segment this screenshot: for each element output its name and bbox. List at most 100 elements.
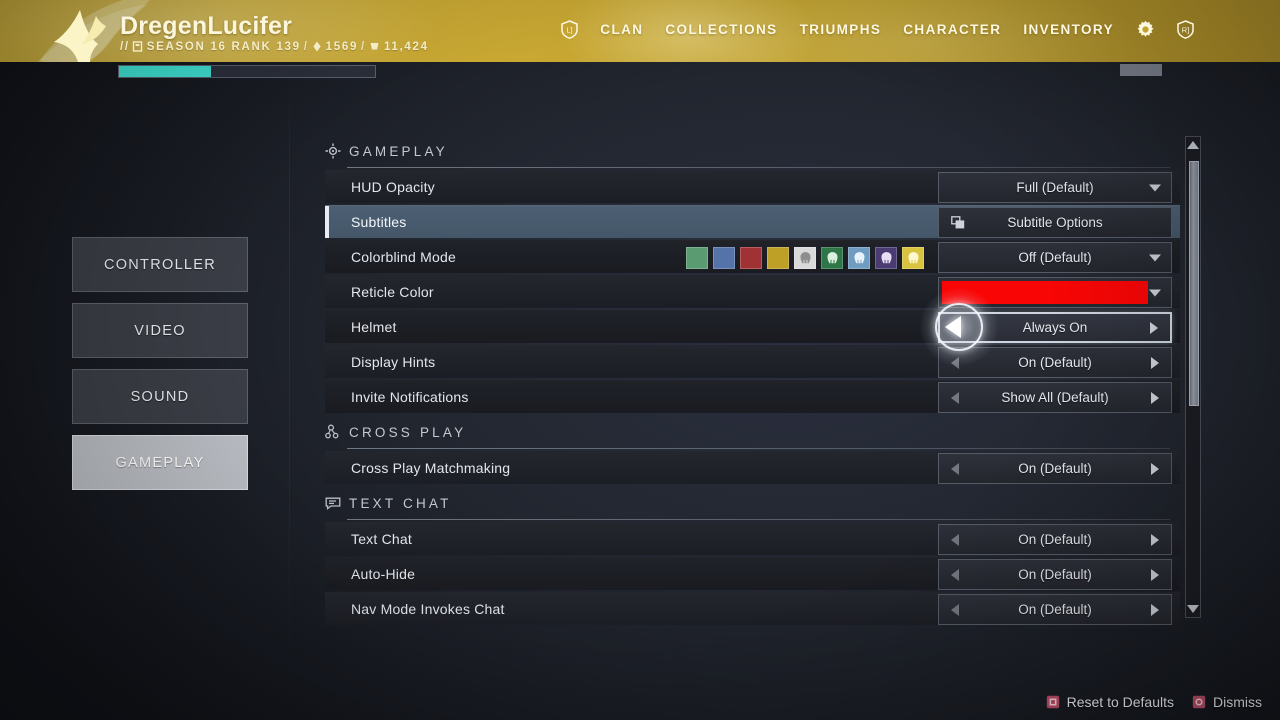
setting-row-colorblind-mode[interactable]: Colorblind Mode Off (Default) — [325, 240, 1180, 273]
stepper-right-arrow-icon[interactable] — [1151, 462, 1159, 475]
section-title-gameplay: GAMEPLAY — [349, 143, 448, 159]
setting-row-invite-notifications[interactable]: Invite Notifications Show All (Default) — [325, 380, 1180, 413]
guardian-helmet-icon — [907, 252, 919, 264]
dismiss-button[interactable]: Dismiss — [1192, 694, 1262, 710]
swatch-gold — [767, 246, 789, 269]
reset-to-defaults-button[interactable]: Reset to Defaults — [1046, 694, 1174, 710]
nav-clan[interactable]: CLAN — [600, 22, 643, 37]
player-name: DregenLucifer — [120, 12, 293, 40]
nav-mode-invokes-chat-stepper[interactable]: On (Default) — [938, 594, 1172, 625]
stepper-right-arrow-icon[interactable] — [1151, 533, 1159, 546]
hud-opacity-value: Full (Default) — [1016, 180, 1094, 195]
setting-row-display-hints[interactable]: Display Hints On (Default) — [325, 345, 1180, 378]
chevron-down-icon — [1149, 254, 1161, 261]
nav-triumphs[interactable]: TRIUMPHS — [800, 22, 882, 37]
setting-control-area: Show All (Default) — [938, 382, 1172, 413]
setting-row-auto-hide[interactable]: Auto-Hide On (Default) — [325, 557, 1180, 590]
roster-badge-icon[interactable]: R] — [1177, 20, 1194, 39]
invite-notifications-stepper[interactable]: Show All (Default) — [938, 382, 1172, 413]
swatch-helmet-blue — [848, 246, 870, 269]
sep-1: / — [303, 41, 309, 53]
swatch-blue — [713, 246, 735, 269]
setting-row-cross-play-matchmaking[interactable]: Cross Play Matchmaking On (Default) — [325, 451, 1180, 484]
nav-character[interactable]: CHARACTER — [903, 22, 1001, 37]
setting-control-area: Subtitle Options — [938, 207, 1172, 238]
stepper-left-arrow-icon[interactable] — [951, 391, 959, 404]
stepper-left-arrow-icon[interactable] — [951, 356, 959, 369]
setting-row-hud-opacity[interactable]: HUD Opacity Full (Default) — [325, 170, 1180, 203]
setting-label-cross-play-matchmaking: Cross Play Matchmaking — [351, 460, 511, 476]
clan-badge-icon[interactable]: L] — [561, 20, 579, 39]
stepper-right-arrow-icon[interactable] — [1150, 321, 1158, 334]
helmet-stepper[interactable]: Always On — [938, 312, 1172, 343]
nav-inventory[interactable]: INVENTORY — [1023, 22, 1114, 37]
settings-panel: GAMEPLAY HUD Opacity Full (Default) Subt… — [325, 132, 1180, 625]
setting-row-subtitles[interactable]: Subtitles Subtitle Options — [325, 205, 1180, 238]
text-chat-stepper[interactable]: On (Default) — [938, 524, 1172, 555]
chevron-down-icon — [1149, 289, 1161, 296]
auto-hide-stepper[interactable]: On (Default) — [938, 559, 1172, 590]
settings-category-tabs: CONTROLLER VIDEO SOUND GAMEPLAY — [72, 237, 248, 501]
progress-side-block — [1120, 64, 1162, 76]
glimmer-icon — [313, 41, 321, 52]
stepper-left-arrow-icon[interactable] — [951, 462, 959, 475]
scroll-down-arrow-icon[interactable] — [1186, 601, 1200, 617]
cross-play-matchmaking-stepper[interactable]: On (Default) — [938, 453, 1172, 484]
nav-mode-invokes-chat-value: On (Default) — [1018, 602, 1092, 617]
setting-row-nav-mode-invokes-chat[interactable]: Nav Mode Invokes Chat On (Default) — [325, 592, 1180, 625]
section-header-crossplay: CROSS PLAY — [325, 419, 1180, 445]
svg-text:L]: L] — [567, 26, 573, 35]
setting-label-auto-hide: Auto-Hide — [351, 566, 416, 582]
subtitle-options-button[interactable]: Subtitle Options — [938, 207, 1172, 238]
section-header-gameplay: GAMEPLAY — [325, 138, 1180, 164]
display-hints-stepper[interactable]: On (Default) — [938, 347, 1172, 378]
text-chat-value: On (Default) — [1018, 532, 1092, 547]
reticle-color-swatch — [942, 281, 1148, 304]
setting-row-text-chat[interactable]: Text Chat On (Default) — [325, 522, 1180, 555]
player-subtitle: // SEASON 16 RANK 139 / 1569 / 11,424 — [120, 41, 429, 53]
circle-button-icon — [1192, 695, 1206, 709]
setting-row-helmet[interactable]: Helmet Always On — [325, 310, 1180, 343]
tab-controller[interactable]: CONTROLLER — [72, 237, 248, 292]
shard-count: 11,424 — [383, 41, 429, 53]
stepper-right-arrow-icon[interactable] — [1151, 603, 1159, 616]
setting-label-hud-opacity: HUD Opacity — [351, 179, 435, 195]
gear-icon[interactable] — [1136, 20, 1155, 39]
setting-row-reticle-color[interactable]: Reticle Color — [325, 275, 1180, 308]
colorblind-swatch-preview — [686, 246, 924, 269]
auto-hide-value: On (Default) — [1018, 567, 1092, 582]
stepper-left-arrow-icon[interactable] — [952, 321, 960, 334]
stepper-left-arrow-icon[interactable] — [951, 603, 959, 616]
tab-gameplay[interactable]: GAMEPLAY — [72, 435, 248, 490]
section-title-textchat: TEXT CHAT — [349, 495, 452, 511]
stepper-right-arrow-icon[interactable] — [1151, 568, 1159, 581]
reticle-color-dropdown[interactable] — [938, 277, 1172, 308]
hud-opacity-dropdown[interactable]: Full (Default) — [938, 172, 1172, 203]
cross-play-matchmaking-value: On (Default) — [1018, 461, 1092, 476]
dismiss-label: Dismiss — [1213, 694, 1262, 710]
stepper-right-arrow-icon[interactable] — [1151, 356, 1159, 369]
swatch-helmet-yellow — [902, 246, 924, 269]
section-rule-gameplay — [347, 167, 1170, 168]
swatch-helmet-white — [794, 246, 816, 269]
scroll-up-arrow-icon[interactable] — [1186, 137, 1200, 153]
settings-scrollbar[interactable] — [1185, 136, 1201, 618]
guardian-emblem-icon — [54, 10, 106, 62]
setting-control-area: Full (Default) — [938, 172, 1172, 203]
top-navigation: L] CLAN COLLECTIONS TRIUMPHS CHARACTER I… — [561, 20, 1194, 39]
tab-sound[interactable]: SOUND — [72, 369, 248, 424]
stepper-left-arrow-icon[interactable] — [951, 533, 959, 546]
stepper-left-arrow-icon[interactable] — [951, 568, 959, 581]
scrollbar-thumb[interactable] — [1189, 161, 1199, 406]
colorblind-mode-dropdown[interactable]: Off (Default) — [938, 242, 1172, 273]
setting-control-area: On (Default) — [938, 524, 1172, 555]
legendary-shard-icon — [370, 43, 379, 50]
player-prefix: // — [120, 41, 130, 53]
nav-collections[interactable]: COLLECTIONS — [665, 22, 777, 37]
reset-to-defaults-label: Reset to Defaults — [1066, 694, 1174, 710]
setting-label-helmet: Helmet — [351, 319, 397, 335]
guardian-helmet-icon — [853, 252, 865, 264]
tab-video[interactable]: VIDEO — [72, 303, 248, 358]
setting-label-colorblind-mode: Colorblind Mode — [351, 249, 456, 265]
stepper-right-arrow-icon[interactable] — [1151, 391, 1159, 404]
